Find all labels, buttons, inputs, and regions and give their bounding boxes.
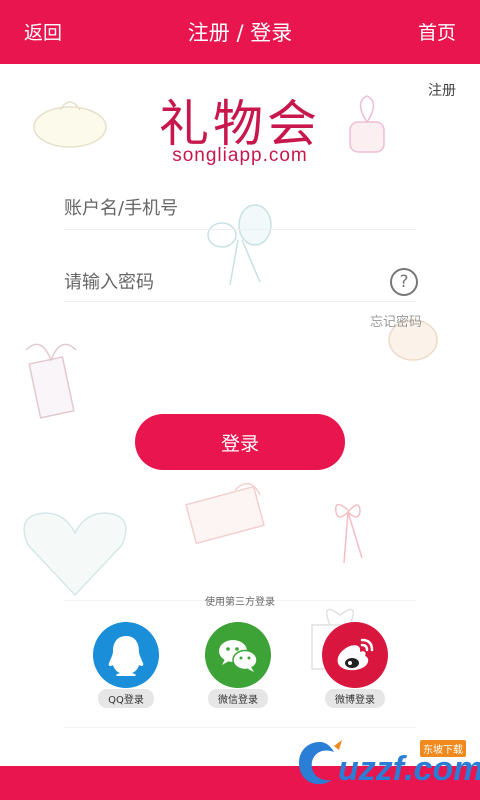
site-watermark: uzzf.com 东坡下载: [290, 730, 480, 790]
qq-login-button[interactable]: QQ登录: [81, 622, 171, 708]
qq-icon[interactable]: [93, 622, 159, 688]
third-party-title: 使用第三方登录: [205, 597, 275, 608]
question-mark-icon[interactable]: ?: [390, 268, 418, 296]
home-button[interactable]: 首页: [418, 18, 456, 45]
app-logo-url: songliapp.com: [172, 145, 308, 166]
page-title: 注册 / 登录: [187, 21, 293, 45]
username-field-row: [64, 188, 416, 230]
gift-decoration-icon: [25, 343, 77, 419]
weibo-icon[interactable]: [322, 622, 388, 688]
watermark-tag: 东坡下载: [420, 740, 466, 757]
password-field-row: ?: [64, 262, 418, 302]
gift-decoration-icon: [185, 482, 265, 545]
login-button[interactable]: 登录: [135, 414, 345, 470]
wechat-login-button[interactable]: 微信登录: [193, 622, 283, 708]
heart-decoration-icon: [23, 512, 127, 597]
qq-login-label: QQ登录: [98, 689, 154, 708]
password-input[interactable]: [64, 262, 364, 302]
ribbon-decoration-icon: [335, 503, 363, 564]
wechat-login-label: 微信登录: [208, 689, 268, 708]
weibo-login-button[interactable]: 微博登录: [310, 622, 400, 708]
top-bar: 返回 注册 / 登录 首页: [0, 0, 480, 64]
username-input[interactable]: [64, 188, 364, 228]
forgot-password-link[interactable]: 忘记密码: [370, 311, 422, 330]
weibo-login-label: 微博登录: [325, 689, 385, 708]
bottom-divider: [64, 727, 416, 728]
wechat-icon[interactable]: [205, 622, 271, 688]
